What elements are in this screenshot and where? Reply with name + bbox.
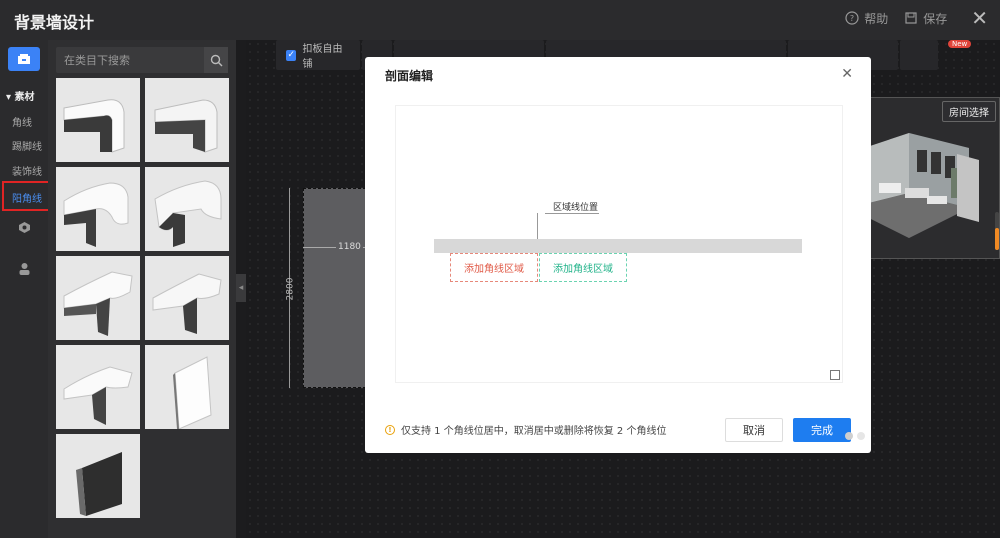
top-bar: 背景墙设计 ? 帮助 保存 ✕ [0,0,1000,40]
add-corner-region-right[interactable]: 添加角线区域 [539,253,627,282]
category-item-decorative[interactable]: 装饰线 [12,163,42,178]
angle-molding-icon [154,99,218,153]
notice-text-container: ! 仅支持 1 个角线位居中，取消居中或删除将恢复 2 个角线位 [385,422,666,437]
top-actions: ? 帮助 保存 ✕ [845,8,988,28]
app-title: 背景墙设计 [14,13,95,32]
section-bar[interactable] [434,239,802,253]
reset-view-icon[interactable] [830,370,840,380]
width-dimension-label: 1180 [336,242,363,252]
dark-angle-icon [76,452,122,516]
room-select-button[interactable]: 房间选择 [942,101,996,122]
dialog-footer: ! 仅支持 1 个角线位居中，取消居中或删除将恢复 2 个角线位 取消 完成 [365,405,871,453]
position-leader-line [537,213,545,239]
category-group-text: 素材 [14,92,35,103]
dialog-title: 剖面编辑 [385,69,434,83]
panel-collapse-handle[interactable]: ◂ [236,274,246,302]
position-label: 区域线位置 [553,203,599,213]
material-tile[interactable] [56,434,140,518]
height-dimension-label: 2800 [285,277,296,301]
category-item-outer-corner[interactable]: 阳角线 [2,181,50,211]
material-tile[interactable] [145,345,229,430]
category-item-baseboard[interactable]: 踢脚线 [12,138,42,153]
left-category-strip: ▾ 素材 角线 踢脚线 装饰线 阳角线 [0,40,50,538]
category-item-outer-corner-label: 阳角线 [12,194,42,205]
material-tile[interactable] [145,78,229,162]
loading-dots-icon [845,432,865,440]
search-box [56,47,228,73]
ornate-molding-icon [63,182,129,247]
search-input[interactable] [56,47,204,73]
svg-text:?: ? [850,14,854,23]
materials-tab-button[interactable] [8,47,40,71]
material-tile[interactable] [56,345,140,429]
category-group-label[interactable]: ▾ 素材 [6,88,35,103]
hexagon-icon[interactable] [18,221,31,234]
notice-text: 仅支持 1 个角线位居中，取消居中或删除将恢复 2 个角线位 [401,426,667,437]
position-label-underline [545,213,599,214]
ornate-molding-icon [154,180,222,247]
free-edit-toggle[interactable]: ✓ 扣板自由铺 [276,40,360,70]
help-button[interactable]: ? 帮助 [845,10,888,27]
flat-panel-icon [173,356,212,430]
wall-shape[interactable] [303,188,366,388]
material-tile[interactable] [145,256,229,340]
material-tile[interactable] [56,256,140,340]
material-tile[interactable] [145,167,229,251]
ribbed-molding-icon [152,273,222,334]
help-label: 帮助 [864,11,889,26]
category-item-corner[interactable]: 角线 [12,114,32,129]
toolbar-library-button[interactable] [900,40,938,70]
angle-molding-icon [63,99,125,153]
close-window-icon[interactable]: ✕ [971,8,988,28]
search-button[interactable] [204,47,228,73]
box-icon [18,54,30,64]
search-icon [210,54,222,66]
save-button[interactable]: 保存 [904,10,947,27]
section-edit-dialog: 剖面编辑 ✕ 区域线位置 添加角线区域 添加角线区域 ! 仅支持 1 个角线位居… [365,57,871,453]
grooved-molding-icon [63,366,133,425]
free-edit-label: 扣板自由铺 [302,44,343,70]
add-corner-region-left[interactable]: 添加角线区域 [450,253,538,282]
ribbed-molding-icon [63,271,133,336]
dialog-close-icon[interactable]: ✕ [841,66,853,82]
zoom-scrollbar-thumb[interactable] [995,228,999,250]
material-tile[interactable] [56,78,140,162]
warning-icon: ! [385,424,395,435]
user-icon[interactable] [18,262,31,275]
new-badge: New [948,40,972,48]
checkbox-icon: ✓ [286,49,297,61]
material-panel [48,40,236,538]
material-tile[interactable] [56,167,140,251]
cancel-button[interactable]: 取消 [725,418,783,442]
save-label: 保存 [923,11,948,26]
save-icon [905,12,917,24]
help-icon: ? [845,11,859,25]
